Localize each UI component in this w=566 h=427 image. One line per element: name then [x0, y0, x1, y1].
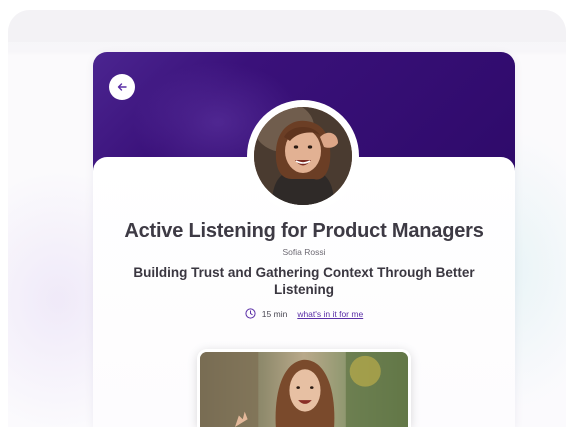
author-avatar-frame: [247, 100, 359, 212]
intro-video-thumbnail[interactable]: [197, 349, 411, 427]
course-meta: 15 min what's in it for me: [93, 308, 515, 319]
course-card: Active Listening for Product Managers So…: [93, 52, 515, 427]
author-avatar: [254, 107, 352, 205]
author-name: Sofia Rossi: [282, 247, 326, 257]
clock-icon: [245, 308, 256, 319]
course-title: Active Listening for Product Managers: [124, 220, 484, 242]
course-subtitle: Building Trust and Gathering Context Thr…: [133, 265, 475, 297]
back-button[interactable]: [109, 74, 135, 100]
arrow-left-icon: [117, 83, 127, 91]
course-duration: 15 min: [261, 308, 288, 319]
whats-in-it-link[interactable]: what's in it for me: [297, 309, 363, 319]
